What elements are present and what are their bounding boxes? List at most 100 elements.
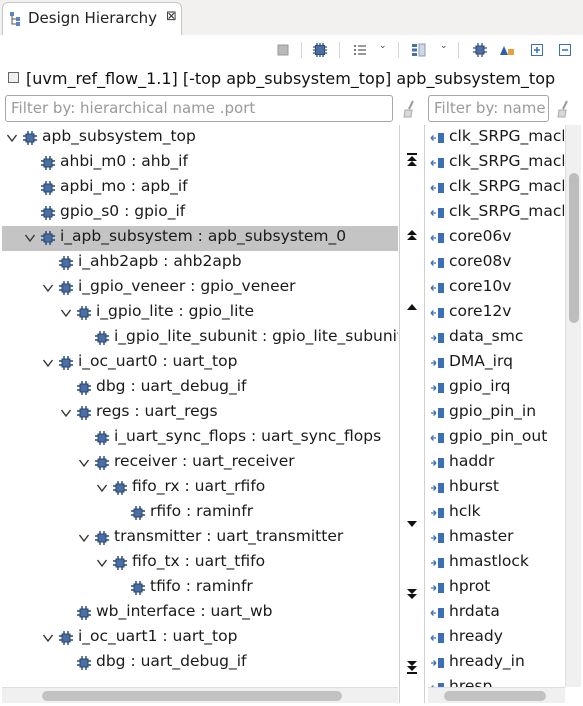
port-row[interactable]: gpio_pin_out	[428, 426, 564, 451]
tree-row[interactable]: receiver : uart_receiver	[2, 451, 398, 476]
ports-list[interactable]: clk_SRPG_macb clk_SRPG_macb clk_SRPG_macb c…	[428, 125, 564, 687]
page-down-button[interactable]	[404, 587, 420, 601]
port-row[interactable]: hrdata	[428, 601, 564, 626]
port-row[interactable]: hburst	[428, 476, 564, 501]
step-up-button[interactable]	[404, 301, 420, 315]
hierarchy-filter-input[interactable]: Filter by: hierarchical name .port	[5, 95, 393, 122]
tree-row[interactable]: i_uart_sync_flops : uart_sync_flops	[2, 426, 398, 451]
port-row[interactable]: gpio_pin_in	[428, 401, 564, 426]
chevron-down-icon[interactable]	[24, 232, 36, 244]
collapse-all-button[interactable]	[556, 41, 574, 59]
port-row[interactable]: gpio_irq	[428, 376, 564, 401]
port-row[interactable]: clk_SRPG_macb	[428, 126, 564, 151]
ports-vertical-scrollbar[interactable]	[565, 125, 581, 687]
tree-horizontal-scrollbar[interactable]	[2, 687, 398, 703]
tree-row-label: dbg : uart_debug_if	[96, 377, 247, 395]
ports-scroll-thumb[interactable]	[444, 691, 546, 701]
port-row[interactable]: core06v	[428, 226, 564, 251]
close-icon[interactable]: ⊠	[166, 9, 177, 24]
tree-row[interactable]: wb_interface : uart_wb	[2, 601, 398, 626]
port-row[interactable]: hmaster	[428, 526, 564, 551]
tree-scroll-thumb[interactable]	[42, 691, 342, 701]
port-in-icon	[430, 233, 444, 243]
port-out-icon	[431, 558, 444, 568]
tree-row[interactable]: apb_subsystem_top	[2, 126, 398, 151]
port-row[interactable]: core10v	[428, 276, 564, 301]
chevron-down-icon[interactable]	[42, 282, 54, 294]
tree-row[interactable]: fifo_rx : uart_rfifo	[2, 476, 398, 501]
port-row[interactable]: hready	[428, 626, 564, 651]
columns-button[interactable]	[410, 41, 428, 59]
tree-row[interactable]: i_ahb2apb : ahb2apb	[2, 251, 398, 276]
clear-port-filter-icon[interactable]	[556, 100, 572, 118]
port-row[interactable]: clk_SRPG_macb	[428, 176, 564, 201]
port-row[interactable]: hprot	[428, 576, 564, 601]
tree-row[interactable]: apbi_mo : apb_if	[2, 176, 398, 201]
port-row[interactable]: core08v	[428, 251, 564, 276]
tree-row[interactable]: i_gpio_lite_subunit : gpio_lite_subunit	[2, 326, 398, 351]
chevron-down-icon[interactable]	[60, 307, 72, 319]
ports-horizontal-scrollbar[interactable]	[428, 687, 565, 703]
view-options-button[interactable]	[351, 41, 369, 59]
hierarchy-tree[interactable]: apb_subsystem_top ahbi_m0 : ahb_if apbi_mo…	[2, 125, 398, 687]
tree-row[interactable]: i_gpio_veneer : gpio_veneer	[2, 276, 398, 301]
port-row[interactable]: haddr	[428, 451, 564, 476]
port-label: core12v	[449, 302, 512, 320]
chevron-down-icon[interactable]: ⌄	[440, 41, 448, 51]
expand-all-button[interactable]	[528, 41, 546, 59]
port-label: gpio_pin_in	[449, 402, 537, 420]
tree-row[interactable]: dbg : uart_debug_if	[2, 376, 398, 401]
tree-row[interactable]: i_oc_uart0 : uart_top	[2, 351, 398, 376]
chevron-down-icon[interactable]: ⌄	[379, 41, 387, 51]
tree-row-label: wb_interface : uart_wb	[96, 602, 273, 620]
port-row[interactable]: hresp	[428, 676, 564, 687]
chevron-down-icon[interactable]	[78, 457, 90, 469]
navigation-column	[399, 125, 425, 703]
port-row[interactable]: DMA_irq	[428, 351, 564, 376]
chevron-down-icon[interactable]	[78, 532, 90, 544]
tree-row[interactable]: i_gpio_lite : gpio_lite	[2, 301, 398, 326]
step-down-button[interactable]	[404, 517, 420, 531]
design-hierarchy-tab[interactable]: Design Hierarchy ⊠	[2, 2, 182, 35]
chevron-down-icon[interactable]	[96, 482, 108, 494]
page-up-button[interactable]	[404, 229, 420, 243]
tree-row[interactable]: dbg : uart_debug_if	[2, 651, 398, 676]
module-chip-icon	[95, 456, 109, 470]
chevron-down-icon[interactable]	[60, 407, 72, 419]
port-row[interactable]: clk_SRPG_macb	[428, 201, 564, 226]
port-filter-input[interactable]: Filter by: name	[428, 95, 549, 122]
port-row[interactable]: hclk	[428, 501, 564, 526]
tree-row[interactable]: i_apb_subsystem : apb_subsystem_0	[2, 226, 398, 251]
tree-row[interactable]: rfifo : raminfr	[2, 501, 398, 526]
show-instances-button[interactable]	[311, 41, 329, 59]
move-top-button[interactable]	[404, 153, 420, 167]
chevron-down-icon[interactable]	[6, 132, 18, 144]
sort-button[interactable]	[498, 41, 516, 59]
port-row[interactable]: hready_in	[428, 651, 564, 676]
tree-row[interactable]: fifo_tx : uart_tfifo	[2, 551, 398, 576]
tree-row[interactable]: gpio_s0 : gpio_if	[2, 201, 398, 226]
tree-row[interactable]: tfifo : raminfr	[2, 576, 398, 601]
module-chip-icon	[95, 331, 109, 345]
view-tab-bar: Design Hierarchy ⊠	[0, 0, 583, 35]
show-modules-button[interactable]	[471, 41, 489, 59]
tree-row[interactable]: ahbi_m0 : ahb_if	[2, 151, 398, 176]
port-row[interactable]: clk_SRPG_macb	[428, 151, 564, 176]
move-bottom-button[interactable]	[404, 661, 420, 675]
tree-row[interactable]: regs : uart_regs	[2, 401, 398, 426]
chevron-down-icon[interactable]	[42, 357, 54, 369]
tree-row[interactable]: i_oc_uart1 : uart_top	[2, 626, 398, 651]
clear-filter-icon[interactable]	[402, 100, 418, 118]
tree-row[interactable]: transmitter : uart_transmitter	[2, 526, 398, 551]
stop-button[interactable]	[274, 41, 292, 59]
port-row[interactable]: data_smc	[428, 326, 564, 351]
tree-row-label: i_gpio_lite : gpio_lite	[96, 302, 255, 320]
chevron-down-icon[interactable]	[42, 632, 54, 644]
port-in-icon	[430, 208, 444, 218]
port-row[interactable]: hmastlock	[428, 551, 564, 576]
tree-row-label: i_gpio_veneer : gpio_veneer	[78, 277, 296, 295]
port-label: hrdata	[449, 602, 500, 620]
ports-vscroll-thumb[interactable]	[569, 173, 579, 323]
chevron-down-icon[interactable]	[96, 557, 108, 569]
port-row[interactable]: core12v	[428, 301, 564, 326]
